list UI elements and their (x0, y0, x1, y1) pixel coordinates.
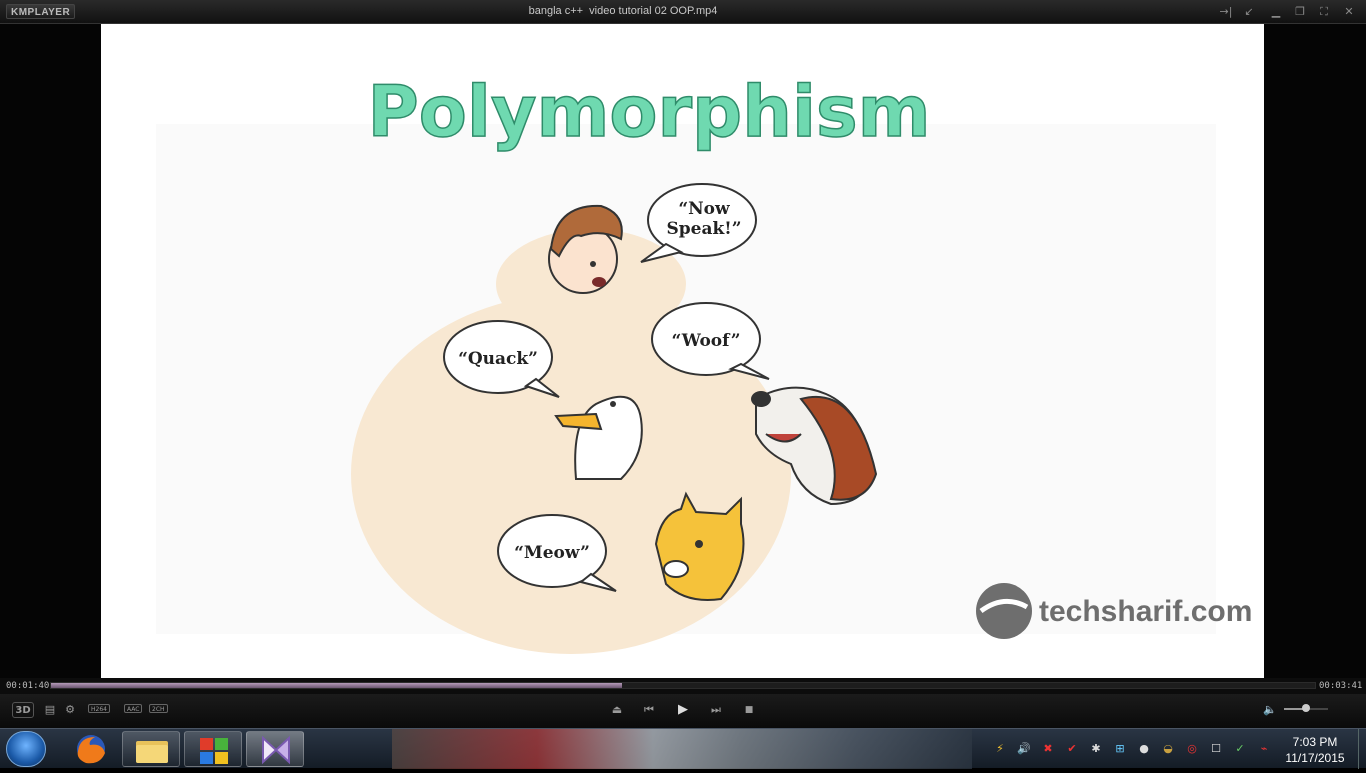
close-button[interactable]: ✕ (1340, 4, 1358, 19)
system-clock[interactable]: 7:03 PM 11/17/2015 (1280, 734, 1350, 766)
firefox-icon (77, 735, 105, 764)
play-icon[interactable]: ▶ (674, 702, 692, 718)
3d-button[interactable]: 3D (12, 702, 34, 718)
tray-icon-signal[interactable]: ⌁ (1256, 741, 1272, 757)
slide-heading: Polymorphism (367, 71, 930, 153)
tray-icon-antivirus[interactable]: ✖ (1040, 741, 1056, 757)
elapsed-time: 00:01:40 (6, 681, 50, 691)
tray-icon-record[interactable]: ● (1136, 741, 1152, 757)
tray-icon-power[interactable]: ⚡ (992, 741, 1008, 757)
window-title: bangla c++ video tutorial 02 OOP.mp4 (528, 5, 718, 17)
codec-badge-audio[interactable]: AAC (124, 704, 143, 713)
bubble-meow-text: “Meow” (514, 543, 590, 563)
speaker-icon[interactable]: 🔊 (1016, 741, 1032, 757)
eject-icon[interactable]: ⏏ (608, 702, 626, 718)
minimize-button[interactable]: ▁ (1267, 4, 1285, 19)
firefox-taskbar-button[interactable] (62, 731, 120, 767)
tray-icon-opera[interactable]: ◎ (1184, 741, 1200, 757)
tray-icon-network[interactable]: ⊞ (1112, 741, 1128, 757)
kmplayer-icon (262, 735, 290, 765)
clock-date: 11/17/2015 (1285, 751, 1345, 765)
seek-progress (51, 683, 622, 688)
video-frame[interactable]: Polymorphism “Now Speak!” “Quack” “Woof”… (101, 24, 1264, 678)
video-content: Polymorphism “Now Speak!” “Quack” “Woof”… (156, 70, 1252, 654)
show-desktop-button[interactable] (1358, 729, 1366, 769)
desktop-wallpaper-peek (392, 729, 972, 769)
title-bar[interactable]: KMPLAYER bangla c++ video tutorial 02 OO… (0, 0, 1366, 24)
maximize-button[interactable]: ⛶ (1315, 4, 1333, 19)
kmplayer-taskbar-button[interactable] (246, 731, 304, 767)
volume-knob[interactable] (1302, 704, 1310, 712)
bubble-now-speak-line1: “Now (678, 199, 730, 219)
bubble-now-speak-line2: Speak!” (666, 219, 741, 239)
player-window: KMPLAYER bangla c++ video tutorial 02 OO… (0, 0, 1366, 728)
clock-time: 7:03 PM (1292, 735, 1338, 749)
explorer-taskbar-button[interactable] (122, 731, 180, 767)
windows-taskbar: ⚡ 🔊 ✖ ✔ ✱ ⊞ ● ◒ ◎ ☐ ✓ ⌁ 7:03 PM 11/17/20… (0, 728, 1366, 769)
channels-badge[interactable]: 2CH (149, 704, 168, 713)
settings-icon[interactable]: ⚙ (61, 702, 79, 718)
start-button[interactable] (6, 731, 46, 767)
bubble-woof-text: “Woof” (672, 331, 741, 351)
tray-icon-app[interactable]: ◒ (1160, 741, 1176, 757)
tray-icon-todo[interactable]: ✓ (1232, 741, 1248, 757)
watermark-text: techsharif.com (1039, 595, 1252, 628)
bubble-quack-text: “Quack” (458, 349, 538, 369)
windows-app-icon (200, 738, 228, 764)
volume-icon[interactable]: 🔈 (1261, 702, 1279, 718)
tray-icon-clipboard[interactable]: ☐ (1208, 741, 1224, 757)
app-taskbar-button[interactable] (184, 731, 242, 767)
playlist-icon[interactable]: ▤ (41, 702, 59, 718)
folder-icon (136, 741, 168, 763)
previous-icon[interactable]: ⏮ (640, 702, 658, 718)
tray-icon-check[interactable]: ✔ (1064, 741, 1080, 757)
stop-icon[interactable]: ■ (740, 702, 758, 718)
restore-button[interactable]: ❐ (1291, 4, 1309, 19)
seek-bar[interactable]: 00:01:40 00:03:41 (0, 678, 1366, 694)
pin-icon[interactable]: →| (1217, 4, 1235, 19)
seek-track[interactable] (50, 682, 1316, 689)
mini-mode-icon[interactable]: ↙ (1240, 4, 1258, 19)
next-icon[interactable]: ⏭ (707, 702, 725, 718)
control-bar: 3D ▤ ⚙ H264 AAC 2CH ⏏ ⏮ ▶ ⏭ ■ 🔈 (0, 694, 1366, 728)
bluetooth-icon[interactable]: ✱ (1088, 741, 1104, 757)
codec-badge-video[interactable]: H264 (88, 704, 110, 713)
total-time: 00:03:41 (1319, 681, 1363, 691)
